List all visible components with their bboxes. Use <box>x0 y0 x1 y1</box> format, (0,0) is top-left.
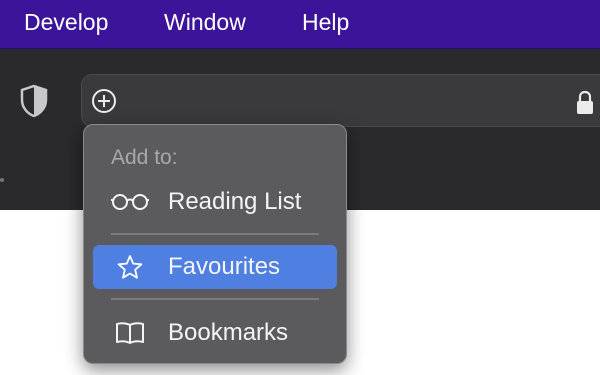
star-icon <box>117 255 143 279</box>
menu-item-bookmarks[interactable]: Bookmarks <box>93 311 337 355</box>
menu-item-favourites[interactable]: Favourites <box>93 245 337 289</box>
menu-help[interactable]: Help <box>302 6 349 38</box>
book-icon <box>116 322 144 344</box>
menu-separator <box>111 233 319 235</box>
glasses-icon <box>111 194 149 210</box>
lock-icon <box>577 90 593 114</box>
menu-item-reading-list[interactable]: Reading List <box>93 180 337 224</box>
menu-window[interactable]: Window <box>164 6 246 38</box>
safari-window: Develop Window Help Add to: Reading List <box>0 0 600 375</box>
plus-circle-icon[interactable] <box>91 88 117 114</box>
shield-icon[interactable] <box>19 84 49 118</box>
address-bar[interactable] <box>81 74 600 127</box>
menu-item-label: Bookmarks <box>168 319 289 346</box>
menu-item-label: Reading List <box>168 188 302 215</box>
popup-header: Add to: <box>111 146 178 169</box>
menu-separator <box>111 298 319 300</box>
menu-item-label: Favourites <box>168 253 281 280</box>
menu-bar: Develop Window Help <box>0 0 600 49</box>
edge-mark <box>0 178 4 182</box>
menu-develop[interactable]: Develop <box>24 6 108 38</box>
